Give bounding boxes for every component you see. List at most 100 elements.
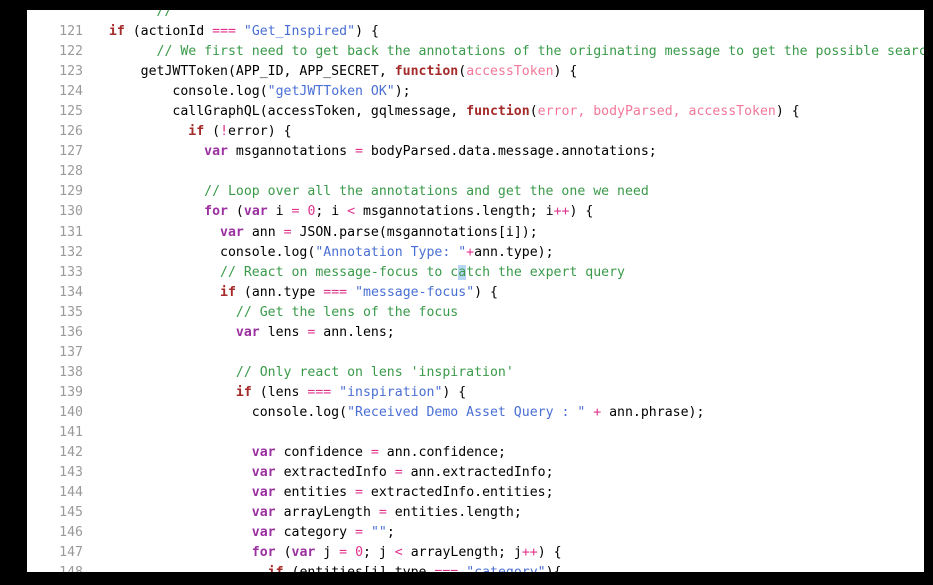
code-line[interactable]: 147 for (var j = 0; j < arrayLength; j++… (27, 543, 924, 563)
token-kw: if (235, 384, 252, 400)
token-plain: ; (386, 525, 395, 541)
code-line[interactable]: 123 getJWTToken(APP_ID, APP_SECRET, func… (27, 62, 924, 82)
token-plain: j (315, 545, 340, 561)
token-op: = (378, 505, 387, 521)
code-line-content[interactable]: var msgannotations = bodyParsed.data.mes… (93, 142, 657, 162)
code-line[interactable]: 127 var msgannotations = bodyParsed.data… (27, 142, 924, 162)
code-line[interactable]: 124 console.log("getJWTToken OK"); (27, 82, 924, 102)
token-kw: function (394, 64, 459, 80)
code-line[interactable]: 143 var extractedInfo = ann.extractedInf… (27, 463, 924, 483)
code-line-content[interactable]: if (!error) { (93, 122, 291, 142)
token-plain: ann.extractedInfo; (402, 465, 554, 481)
token-op: === (307, 384, 332, 400)
code-line-content[interactable]: var category = ""; (93, 523, 395, 543)
code-line-content[interactable]: var extractedInfo = ann.extractedInfo; (93, 463, 554, 483)
token-plain: ) { (569, 204, 594, 220)
code-line[interactable]: 129 // Loop over all the annotations and… (27, 182, 924, 202)
code-line-content[interactable]: getJWTToken(APP_ID, APP_SECRET, function… (93, 62, 578, 82)
code-line-content[interactable]: console.log("Received Demo Asset Query :… (93, 403, 705, 423)
code-line-content[interactable]: for (var j = 0; j < arrayLength; j++) { (93, 543, 562, 563)
code-line[interactable]: 138 // Only react on lens 'inspiration' (27, 363, 924, 383)
code-line[interactable]: 121 if (actionId === "Get_Inspired") { (27, 22, 924, 42)
code-line[interactable]: 133 // React on message-focus to catch t… (27, 263, 924, 283)
token-kwvar: var (251, 525, 276, 541)
code-line-content[interactable]: // (93, 10, 173, 22)
line-number: 143 (59, 465, 83, 481)
code-line-content[interactable]: if (entities[j].type === "category"){ (93, 563, 562, 572)
code-scroll-container[interactable]: //121 if (actionId === "Get_Inspired") {… (27, 10, 924, 572)
token-kw: if (108, 24, 125, 40)
code-line-content[interactable]: if (ann.type === "message-focus") { (93, 283, 498, 303)
line-number: 144 (59, 485, 83, 501)
code-line[interactable]: 125 callGraphQL(accessToken, gqlmessage,… (27, 102, 924, 122)
code-line-content[interactable]: var lens = ann.lens; (93, 323, 395, 343)
token-com: // Loop over all the annotations and get… (204, 184, 649, 200)
code-line-content[interactable]: // Get the lens of the focus (93, 303, 458, 323)
code-line[interactable]: 140 console.log("Received Demo Asset Que… (27, 403, 924, 423)
code-line[interactable]: 141 (27, 423, 924, 443)
token-kwvar: var (251, 485, 276, 501)
code-line-content[interactable]: // We first need to get back the annotat… (93, 42, 924, 62)
code-line[interactable]: 139 if (lens === "inspiration") { (27, 383, 924, 403)
code-line[interactable]: 137 (27, 343, 924, 363)
code-line-content[interactable]: var ann = JSON.parse(msgannotations[i]); (93, 223, 538, 243)
code-line[interactable]: 131 var ann = JSON.parse(msgannotations[… (27, 223, 924, 243)
code-line[interactable]: 136 var lens = ann.lens; (27, 323, 924, 343)
code-line[interactable]: 146 var category = ""; (27, 523, 924, 543)
code-line[interactable]: 134 if (ann.type === "message-focus") { (27, 283, 924, 303)
code-line[interactable]: 144 var entities = extractedInfo.entitie… (27, 483, 924, 503)
line-number: 137 (59, 344, 83, 360)
code-line-content[interactable] (93, 423, 101, 443)
token-plain: console.log( (93, 404, 348, 420)
token-plain: console.log( (93, 244, 316, 260)
token-kwvar: var (235, 324, 260, 340)
token-com: // Get the lens of the focus (235, 304, 459, 320)
code-line-content[interactable]: var arrayLength = entities.length; (93, 503, 522, 523)
code-line[interactable]: 145 var arrayLength = entities.length; (27, 503, 924, 523)
code-line[interactable]: 122 // We first need to get back the ann… (27, 42, 924, 62)
token-plain: arrayLength (275, 505, 379, 521)
code-line-content[interactable]: console.log("getJWTToken OK"); (93, 82, 410, 102)
line-number: 128 (59, 164, 83, 180)
code-line-content[interactable]: var confidence = ann.confidence; (93, 443, 506, 463)
code-line-content[interactable] (93, 343, 101, 363)
code-line-content[interactable]: // Only react on lens 'inspiration' (93, 363, 514, 383)
code-line[interactable]: 142 var confidence = ann.confidence; (27, 443, 924, 463)
code-line-content[interactable]: callGraphQL(accessToken, gqlmessage, fun… (93, 102, 799, 122)
code-line[interactable]: 148 if (entities[j].type === "category")… (27, 563, 924, 572)
code-line-content[interactable]: // React on message-focus to catch the e… (93, 263, 625, 283)
code-line[interactable]: 132 console.log("Annotation Type: "+ann.… (27, 243, 924, 263)
token-plain: (entities[j].type (284, 565, 435, 572)
code-line-content[interactable]: if (lens === "inspiration") { (93, 383, 466, 403)
token-plain: ) { (474, 284, 498, 300)
code-line[interactable]: 128 (27, 162, 924, 182)
token-kwvar: var (220, 224, 244, 240)
line-number: 142 (59, 445, 83, 461)
code-line-content[interactable]: var entities = extractedInfo.entities; (93, 483, 554, 503)
line-number: 129 (59, 184, 83, 200)
code-line[interactable]: 130 for (var i = 0; i < msgannotations.l… (27, 202, 924, 222)
code-line[interactable]: 135 // Get the lens of the focus (27, 303, 924, 323)
code-line-content[interactable]: // Loop over all the annotations and get… (93, 182, 649, 202)
code-line-content[interactable]: console.log("Annotation Type: "+ann.type… (93, 243, 554, 263)
token-plain: ; i (315, 204, 348, 220)
code-line-content[interactable] (93, 162, 101, 182)
token-op: < (347, 204, 356, 220)
code-line[interactable]: // (27, 10, 924, 22)
token-plain: ann.lens; (315, 324, 395, 340)
code-line-content[interactable]: if (actionId === "Get_Inspired") { (93, 22, 379, 42)
token-plain: (lens (251, 384, 308, 400)
code-line-content[interactable]: for (var i = 0; i < msgannotations.lengt… (93, 202, 593, 222)
code-surface[interactable]: //121 if (actionId === "Get_Inspired") {… (27, 10, 924, 572)
token-plain: ann (243, 224, 284, 240)
code-line[interactable]: 126 if (!error) { (27, 122, 924, 142)
